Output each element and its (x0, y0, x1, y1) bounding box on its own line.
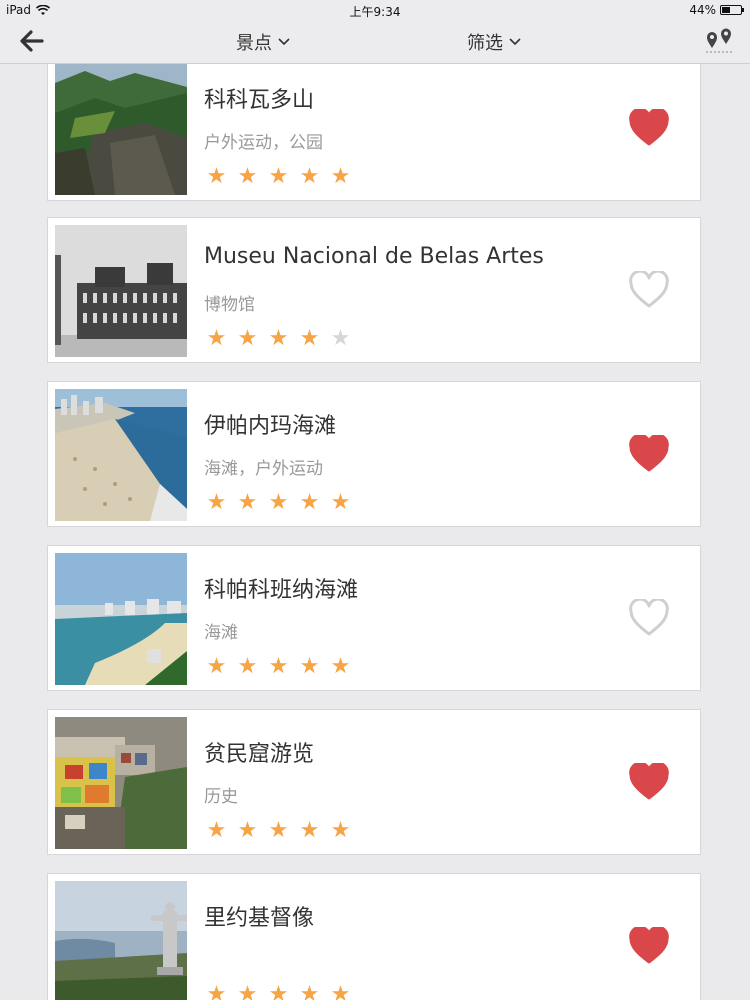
place-card[interactable]: Museu Nacional de Belas Artes 博物馆 ★ ★ ★ ★ ★ (47, 217, 701, 363)
heart-icon (629, 925, 669, 964)
star-icon: ★ (330, 490, 351, 515)
star-icon: ★ (206, 654, 227, 679)
star-icon: ★ (268, 326, 289, 351)
star-icon: ★ (299, 818, 320, 843)
sights-dropdown[interactable]: 景点 (236, 29, 290, 55)
chevron-down-icon (278, 38, 290, 46)
star-icon: ★ (237, 164, 258, 189)
status-bar: iPad 上午9:34 44% (0, 0, 750, 20)
star-icon: ★ (237, 326, 258, 351)
place-card[interactable]: 里约基督像 ★ ★ ★ ★ ★ (47, 873, 701, 1000)
star-icon: ★ (268, 982, 289, 1000)
place-card[interactable]: 科科瓦多山 户外运动，公园 ★ ★ ★ ★ ★ (47, 64, 701, 201)
star-icon: ★ (299, 164, 320, 189)
star-rating: ★ ★ ★ ★ ★ (204, 328, 353, 350)
place-name: 科科瓦多山 (204, 88, 315, 113)
favorite-button[interactable] (628, 269, 670, 309)
place-name: 里约基督像 (204, 906, 315, 931)
star-icon: ★ (206, 490, 227, 515)
star-icon: ★ (330, 326, 351, 351)
favorite-button[interactable] (628, 107, 670, 147)
star-rating: ★ ★ ★ ★ ★ (204, 984, 353, 1000)
star-icon: ★ (268, 818, 289, 843)
map-view-button[interactable] (704, 28, 734, 54)
star-rating: ★ ★ ★ ★ ★ (204, 166, 353, 188)
star-icon: ★ (237, 654, 258, 679)
place-category: 户外运动，公园 (204, 133, 323, 153)
favorite-button[interactable] (628, 433, 670, 473)
place-thumbnail (55, 553, 187, 685)
place-name: 科帕科班纳海滩 (204, 578, 359, 603)
star-icon: ★ (206, 818, 227, 843)
place-thumbnail (55, 717, 187, 849)
place-category: 博物馆 (204, 295, 255, 315)
map-pins-icon (706, 28, 732, 53)
star-icon: ★ (299, 490, 320, 515)
places-list[interactable]: 科科瓦多山 户外运动，公园 ★ ★ ★ ★ ★ Museu Nacional d… (0, 64, 750, 1000)
status-time: 上午9:34 (349, 5, 401, 19)
star-icon: ★ (268, 654, 289, 679)
place-thumbnail (55, 389, 187, 521)
star-icon: ★ (206, 326, 227, 351)
heart-icon (629, 597, 669, 636)
battery-icon (720, 5, 744, 15)
place-card[interactable]: 伊帕内玛海滩 海滩，户外运动 ★ ★ ★ ★ ★ (47, 381, 701, 527)
star-icon: ★ (237, 490, 258, 515)
place-card[interactable]: 科帕科班纳海滩 海滩 ★ ★ ★ ★ ★ (47, 545, 701, 691)
chevron-down-icon (509, 38, 521, 46)
star-icon: ★ (330, 818, 351, 843)
place-category: 历史 (204, 787, 238, 807)
heart-icon (629, 761, 669, 800)
place-card[interactable]: 贫民窟游览 历史 ★ ★ ★ ★ ★ (47, 709, 701, 855)
star-icon: ★ (330, 982, 351, 1000)
star-icon: ★ (299, 654, 320, 679)
battery-percent: 44% (689, 3, 716, 17)
sights-dropdown-label: 景点 (236, 33, 272, 54)
star-icon: ★ (299, 326, 320, 351)
heart-icon (629, 107, 669, 146)
place-thumbnail (55, 64, 187, 195)
star-icon: ★ (330, 164, 351, 189)
place-thumbnail (55, 225, 187, 357)
star-icon: ★ (206, 164, 227, 189)
place-name: Museu Nacional de Belas Artes (204, 244, 544, 269)
star-icon: ★ (330, 654, 351, 679)
star-icon: ★ (268, 164, 289, 189)
star-rating: ★ ★ ★ ★ ★ (204, 820, 353, 842)
place-thumbnail (55, 881, 187, 1000)
favorite-button[interactable] (628, 597, 670, 637)
place-category: 海滩 (204, 623, 238, 643)
favorite-button[interactable] (628, 761, 670, 801)
star-icon: ★ (237, 818, 258, 843)
filter-dropdown[interactable]: 筛选 (467, 29, 521, 55)
place-name: 伊帕内玛海滩 (204, 414, 337, 439)
favorite-button[interactable] (628, 925, 670, 965)
back-arrow-icon (20, 30, 44, 52)
star-icon: ★ (268, 490, 289, 515)
star-icon: ★ (299, 982, 320, 1000)
filter-dropdown-label: 筛选 (467, 33, 503, 54)
nav-bar: 景点 筛选 (0, 20, 750, 64)
star-icon: ★ (206, 982, 227, 1000)
place-category: 海滩，户外运动 (204, 459, 323, 479)
star-rating: ★ ★ ★ ★ ★ (204, 656, 353, 678)
back-button[interactable] (18, 28, 46, 54)
star-icon: ★ (237, 982, 258, 1000)
heart-icon (629, 269, 669, 308)
place-name: 贫民窟游览 (204, 742, 315, 767)
heart-icon (629, 433, 669, 472)
star-rating: ★ ★ ★ ★ ★ (204, 492, 353, 514)
